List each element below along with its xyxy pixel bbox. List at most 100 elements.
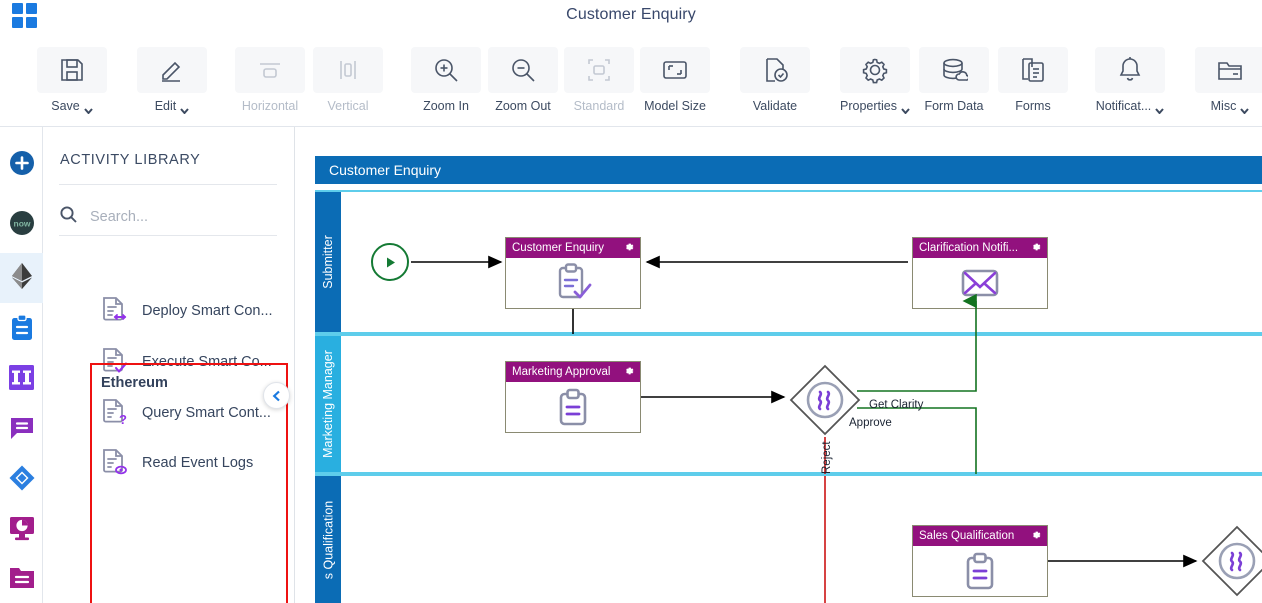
search-input[interactable] — [90, 209, 255, 225]
task-sales-qualification[interactable]: Sales Qualification — [912, 525, 1048, 597]
task-label: Sales Qualification — [919, 530, 1015, 542]
task-icon — [506, 258, 640, 308]
rail-item-servicenow[interactable]: now — [0, 200, 43, 250]
task-marketing-approval[interactable]: Marketing Approval — [505, 361, 641, 433]
document-question-icon: ? — [100, 398, 130, 428]
pencil-edit-icon — [137, 47, 207, 93]
toolbar-button-text: Standard — [573, 99, 625, 113]
align-horizontal-icon — [235, 47, 305, 93]
toolbar-button-zoom-out[interactable]: Zoom Out — [485, 47, 561, 125]
toolbar-button-model-size[interactable]: Model Size — [637, 47, 713, 125]
toolbar-button-validate[interactable]: Validate — [737, 47, 813, 125]
page-title: Customer Enquiry — [566, 6, 696, 23]
lane-sales-qualification: s Qualification Sales Qualification — [315, 474, 1262, 603]
rail-item-ethereum[interactable] — [0, 253, 43, 303]
plus-circle-icon — [9, 150, 35, 181]
flow-label-get-clarity: Get Clarity — [869, 399, 924, 411]
flow-label-reject: Reject — [821, 441, 833, 474]
toolbar-button-label: Standard — [574, 99, 625, 113]
toolbar-button-misc[interactable]: Misc — [1192, 47, 1262, 125]
toolbar-button-text: Model Size — [644, 99, 706, 113]
rail-item-chat[interactable] — [0, 405, 43, 455]
toolbar-button-text: Misc — [1210, 99, 1237, 113]
activity-item[interactable]: ? Query Smart Cont... — [100, 391, 290, 435]
toolbar-button-zoom-in[interactable]: Zoom In — [408, 47, 484, 125]
toolbar-button-properties[interactable]: Properties — [837, 47, 913, 125]
search-icon — [59, 205, 78, 229]
diamond-blue-icon — [9, 465, 35, 496]
toolbar-button-edit[interactable]: Edit — [134, 47, 210, 125]
activity-item-label: Deploy Smart Con... — [142, 303, 273, 319]
rail-item-clipboard[interactable] — [0, 305, 43, 355]
toolbar-button-label: Vertical — [328, 99, 369, 113]
document-check-icon — [100, 347, 130, 377]
task-label: Clarification Notifi... — [919, 242, 1019, 254]
svg-text:now: now — [13, 218, 30, 228]
save-disk-icon — [37, 47, 107, 93]
clipboard-blue-icon — [10, 314, 34, 346]
lane-label: Submitter — [315, 192, 341, 332]
start-event[interactable] — [371, 243, 409, 281]
activity-item-label: Query Smart Cont... — [142, 405, 271, 421]
bell-icon — [1095, 47, 1165, 93]
toolbar-button-notificat[interactable]: Notificat... — [1092, 47, 1168, 125]
gateway-inclusive-1[interactable] — [788, 363, 862, 442]
toolbar-button-label: Save — [51, 99, 93, 115]
toolbar-button-text: Vertical — [327, 99, 369, 113]
collapse-panel-button[interactable] — [263, 382, 290, 409]
activity-item[interactable]: Execute Smart Co... — [100, 340, 290, 384]
toolbar-button-text: Edit — [154, 99, 177, 113]
toolbar-button-horizontal: Horizontal — [232, 47, 308, 125]
chevron-down-icon — [83, 103, 93, 115]
toolbar-button-text: Form Data — [924, 99, 984, 113]
toolbar-button-form-data[interactable]: Form Data — [916, 47, 992, 125]
lane-body: Customer Enquiry Clarification Notifi... — [343, 192, 1262, 342]
toolbar-button-save[interactable]: Save — [34, 47, 110, 125]
play-icon — [386, 257, 395, 267]
flow-connectors — [411, 255, 908, 342]
divider — [59, 184, 277, 185]
flow-connectors — [824, 476, 1198, 603]
activity-item[interactable]: Read Event Logs — [100, 441, 290, 485]
activity-item[interactable]: Deploy Smart Con... — [100, 289, 290, 333]
rail-item-analytics[interactable] — [0, 505, 43, 555]
toolbar-button-label: Forms — [1015, 99, 1050, 113]
gear-icon[interactable] — [1030, 529, 1042, 544]
gateway-inclusive-2[interactable] — [1200, 524, 1262, 603]
document-check-icon — [740, 47, 810, 93]
toolbar-button-label: Horizontal — [242, 99, 298, 113]
diagram-canvas[interactable]: Customer Enquiry Submitter Customer Enqu… — [295, 127, 1262, 603]
task-label: Customer Enquiry — [512, 242, 605, 254]
toolbar-button-text: Properties — [840, 99, 897, 113]
folder-card-icon — [1195, 47, 1262, 93]
toolbar-button-standard: Standard — [561, 47, 637, 125]
gear-icon[interactable] — [623, 241, 635, 256]
toolbar-button-label: Zoom Out — [495, 99, 551, 113]
toolbar-button-text: Forms — [1015, 99, 1051, 113]
icon-rail: now — [0, 127, 43, 603]
toolbar-button-text: Notificat... — [1095, 99, 1152, 113]
lane-marketing-manager: Marketing Manager Marketing Approval Get… — [315, 293, 1262, 488]
document-eye-icon — [100, 448, 130, 478]
ethereum-icon — [10, 262, 34, 295]
document-lines-icon — [998, 47, 1068, 93]
toolbar-button-forms[interactable]: Forms — [995, 47, 1071, 125]
chevron-down-icon — [180, 103, 190, 115]
gear-icon[interactable] — [1030, 241, 1042, 256]
task-header: Sales Qualification — [913, 526, 1047, 546]
fit-model-size-icon — [640, 47, 710, 93]
task-customer-enquiry[interactable]: Customer Enquiry — [505, 237, 641, 309]
rail-item-files[interactable] — [0, 555, 43, 603]
toolbar-button-text: Zoom Out — [495, 99, 551, 113]
rail-item-add-new[interactable] — [0, 140, 43, 190]
folder-lines-icon — [9, 567, 35, 594]
rail-item-diamond[interactable] — [0, 455, 43, 505]
task-clarification-notification[interactable]: Clarification Notifi... — [912, 237, 1048, 309]
toolbar-button-text: Zoom In — [423, 99, 469, 113]
lane-label: Marketing Manager — [315, 336, 341, 472]
gear-icon[interactable] — [623, 365, 635, 380]
task-icon — [913, 546, 1047, 596]
toolbar-button-label: Misc — [1210, 99, 1250, 115]
toolbar-button-label: Zoom In — [423, 99, 469, 113]
rail-item-jira[interactable] — [0, 355, 43, 405]
